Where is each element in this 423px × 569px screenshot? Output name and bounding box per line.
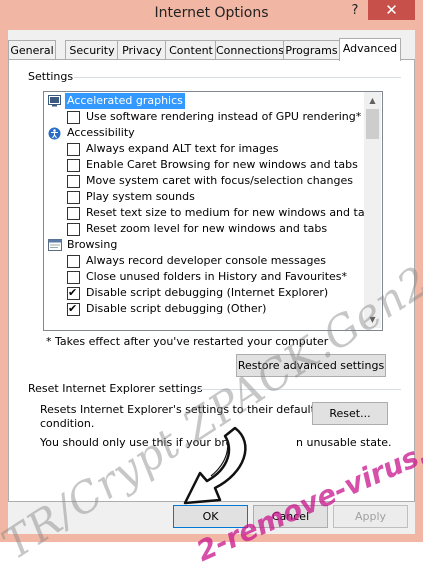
reset-description-line2: condition.	[40, 417, 95, 430]
tab-programs[interactable]: Programs	[283, 40, 340, 60]
checkbox[interactable]	[67, 255, 80, 268]
option-label: Always expand ALT text for images	[86, 142, 279, 155]
checkbox[interactable]	[67, 175, 80, 188]
checkbox[interactable]	[67, 159, 80, 172]
category-label: Browsing	[67, 238, 118, 251]
accessibility-icon	[48, 127, 61, 140]
reset-group-label: Reset Internet Explorer settings	[28, 382, 203, 395]
checkbox[interactable]	[67, 301, 80, 317]
checkbox[interactable]	[67, 111, 80, 124]
tab-general[interactable]: General	[8, 40, 56, 60]
tab-security[interactable]: Security	[65, 40, 119, 60]
settings-tree-list[interactable]: Accelerated graphics Use software render…	[43, 91, 383, 331]
option-label: Disable script debugging (Other)	[86, 302, 267, 315]
help-button[interactable]: ?	[346, 3, 364, 21]
apply-button[interactable]: Apply	[333, 505, 408, 528]
tab-advanced[interactable]: Advanced	[339, 38, 401, 61]
tab-content[interactable]: Content	[165, 40, 217, 60]
scroll-thumb[interactable]	[366, 109, 379, 139]
reset-description-line1: Resets Internet Explorer's settings to t…	[40, 403, 315, 416]
option-label: Reset zoom level for new windows and tab…	[86, 222, 328, 235]
option-label: Play system sounds	[86, 190, 195, 203]
tab-connections[interactable]: Connections	[215, 40, 285, 60]
arrow-overlay-icon	[183, 426, 247, 505]
cancel-button[interactable]: Cancel	[253, 505, 328, 528]
category-label: Accelerated graphics	[65, 93, 185, 109]
internet-options-window: Internet Options ? ✕ General Security Pr…	[0, 0, 423, 569]
checkbox[interactable]	[67, 207, 80, 220]
ok-button[interactable]: OK	[173, 505, 248, 528]
scroll-down-icon[interactable]: ▼	[364, 311, 381, 328]
tab-privacy[interactable]: Privacy	[117, 40, 167, 60]
reset-group-divider	[189, 389, 401, 390]
option-label: Use software rendering instead of GPU re…	[86, 110, 362, 123]
title-bar[interactable]: Internet Options ? ✕	[0, 0, 423, 30]
checkbox[interactable]	[67, 271, 80, 284]
category-label: Accessibility	[67, 126, 135, 139]
checkbox[interactable]	[67, 143, 80, 156]
scroll-up-icon[interactable]: ▲	[364, 92, 381, 109]
monitor-icon	[48, 95, 61, 107]
option-label: Enable Caret Browsing for new windows an…	[86, 158, 358, 171]
option-label: Disable script debugging (Internet Explo…	[86, 286, 329, 299]
checkbox[interactable]	[67, 191, 80, 204]
browsing-icon	[48, 239, 62, 251]
option-label: Always record developer console messages	[86, 254, 326, 267]
close-button[interactable]: ✕	[368, 0, 415, 20]
settings-group-divider	[74, 77, 401, 78]
reset-button[interactable]: Reset...	[312, 402, 388, 425]
settings-group-label: Settings	[28, 70, 74, 83]
option-label: Reset text size to medium for new window…	[86, 206, 378, 219]
option-label: Move system caret with focus/selection c…	[86, 174, 353, 187]
checkbox[interactable]	[67, 285, 80, 301]
reset-warning-tail: n unusable state.	[296, 436, 392, 449]
option-label: Close unused folders in History and Favo…	[86, 270, 348, 283]
settings-scrollbar[interactable]: ▲ ▼	[364, 92, 381, 328]
checkbox[interactable]	[67, 223, 80, 236]
restore-advanced-settings-button[interactable]: Restore advanced settings	[236, 354, 386, 377]
restart-footnote: * Takes effect after you've restarted yo…	[46, 335, 329, 348]
